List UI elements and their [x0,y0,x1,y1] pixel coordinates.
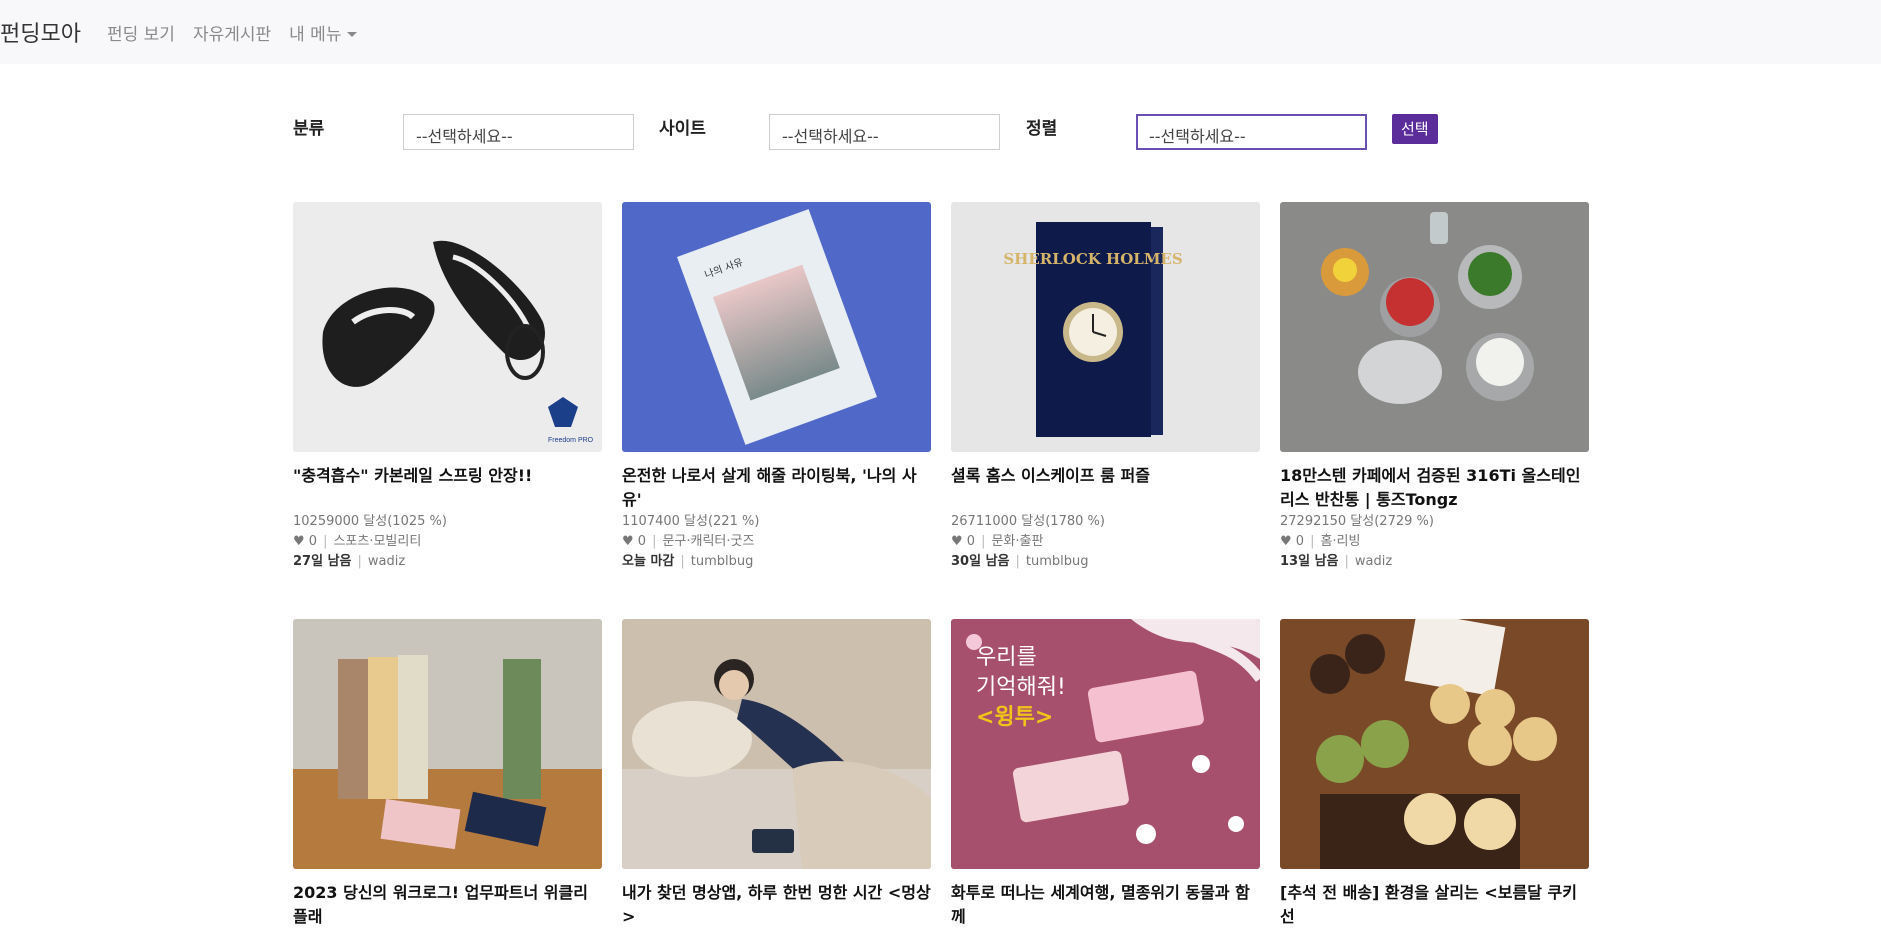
card-funding: 10259000 달성(1025 %) [293,514,447,529]
card-title[interactable]: "충격흡수" 카본레일 스프링 안장!! [293,464,602,512]
card-funding: 27292150 달성(2729 %) [1280,514,1434,529]
card7-text-1: 우리를 [976,645,1037,670]
submit-button[interactable]: 선택 [1392,114,1438,144]
category-label: 분류 [293,119,325,139]
card-meta-row: ♥ 0 | 문화·출판 [951,534,1044,549]
heart-count[interactable]: ♥ 0 [622,534,646,549]
card-site: tumblbug [690,554,754,569]
card-deadline-row: 13일 남음 | wadiz [1280,554,1393,569]
card-funding: 1107400 달성(221 %) [622,514,760,529]
card-site: wadiz [367,554,406,569]
card7-text-2: 기억해줘! [976,675,1066,700]
card7-text-3: <윙투> [976,705,1053,730]
filter-bar: 분류 --선택하세요-- 사이트 --선택하세요-- 정렬 --선택하세요-- … [0,108,1881,168]
category-select[interactable]: --선택하세요-- [403,114,634,150]
heart-count[interactable]: ♥ 0 [293,534,317,549]
card-title[interactable]: 2023 당신의 워크로그! 업무파트너 위클리플래 [293,881,602,929]
card-site: wadiz [1354,554,1393,569]
funding-card[interactable]: 나의 사유 온전한 나로서 살게 해줄 라이팅북, '나의 사유' 110740… [622,202,931,572]
card-deadline: 13일 남음 [1280,554,1339,569]
funding-card[interactable]: 우리를 기억해줘! <윙투> 화투로 떠나는 세계여행, 멸종위기 동물과 함께 [951,619,1260,929]
sort-label: 정렬 [1026,119,1058,139]
freedom-pro-logo-text: Freedom PRO [548,437,594,444]
card-category: 문구·캐릭터·굿즈 [662,534,755,549]
card-site: tumblbug [1025,554,1089,569]
card-title[interactable]: 18만스텐 카페에서 검증된 316Ti 올스테인리스 반찬통 | 통즈Tong… [1280,464,1589,512]
card-deadline-row: 30일 남음 | tumblbug [951,554,1089,569]
card-deadline: 30일 남음 [951,554,1010,569]
site-select[interactable]: --선택하세요-- [769,114,1000,150]
card-thumbnail[interactable]: SHERLOCK HOLMES [951,202,1260,452]
heart-count[interactable]: ♥ 0 [1280,534,1304,549]
card-title[interactable]: 내가 찾던 명상앱, 하루 한번 멍한 시간 <멍상> [622,881,931,929]
funding-card[interactable]: [추석 전 배송] 환경을 살리는 <보름달 쿠키 선 [1280,619,1589,929]
nav-link-funding[interactable]: 펀딩 보기 [107,20,175,45]
funding-card[interactable]: 18만스텐 카페에서 검증된 316Ti 올스테인리스 반찬통 | 통즈Tong… [1280,202,1589,572]
card-thumbnail[interactable] [1280,202,1589,452]
funding-card[interactable]: 내가 찾던 명상앱, 하루 한번 멍한 시간 <멍상> [622,619,931,929]
card-thumbnail[interactable] [1280,619,1589,869]
card-title[interactable]: 화투로 떠나는 세계여행, 멸종위기 동물과 함께 [951,881,1260,929]
card-category: 문화·출판 [991,534,1044,549]
card-meta-row: ♥ 0 | 스포츠·모빌리티 [293,534,422,549]
card-meta-row: ♥ 0 | 홈·리빙 [1280,534,1361,549]
chevron-down-icon [347,31,358,37]
card-deadline-row: 오늘 마감 | tumblbug [622,554,754,569]
card-thumbnail[interactable] [293,619,602,869]
navbar: 펀딩모아 펀딩 보기 자유게시판 내 메뉴 [0,0,1881,64]
card-title[interactable]: 셜록 홈스 이스케이프 룸 퍼즐 [951,464,1260,512]
card-title[interactable]: 온전한 나로서 살게 해줄 라이팅북, '나의 사유' [622,464,931,512]
card-meta-row: ♥ 0 | 문구·캐릭터·굿즈 [622,534,755,549]
funding-card[interactable]: Freedom PRO "충격흡수" 카본레일 스프링 안장!! 1025900… [293,202,602,572]
card-deadline: 27일 남음 [293,554,352,569]
site-label: 사이트 [659,119,706,139]
card-thumbnail[interactable]: 나의 사유 [622,202,931,452]
card-title[interactable]: [추석 전 배송] 환경을 살리는 <보름달 쿠키 선 [1280,881,1589,929]
card-category: 홈·리빙 [1320,534,1361,549]
funding-card[interactable]: 2023 당신의 워크로그! 업무파트너 위클리플래 [293,619,602,929]
sort-select[interactable]: --선택하세요-- [1136,114,1367,150]
funding-card[interactable]: SHERLOCK HOLMES 셜록 홈스 이스케이프 룸 퍼즐 2671100… [951,202,1260,572]
card-thumbnail[interactable]: Freedom PRO [293,202,602,452]
card-funding: 26711000 달성(1780 %) [951,514,1105,529]
nav-menu-label: 내 메뉴 [289,24,342,45]
heart-count[interactable]: ♥ 0 [951,534,975,549]
brand-logo[interactable]: 펀딩모아 [0,16,81,48]
sherlock-cover-text: SHERLOCK HOLMES [1003,250,1182,268]
card-thumbnail[interactable] [622,619,931,869]
card-deadline: 오늘 마감 [622,554,675,569]
nav-menu-dropdown[interactable]: 내 메뉴 [289,20,358,45]
card-thumbnail[interactable]: 우리를 기억해줘! <윙투> [951,619,1260,869]
nav-link-board[interactable]: 자유게시판 [193,20,271,45]
card-category: 스포츠·모빌리티 [333,534,422,549]
card-deadline-row: 27일 남음 | wadiz [293,554,406,569]
